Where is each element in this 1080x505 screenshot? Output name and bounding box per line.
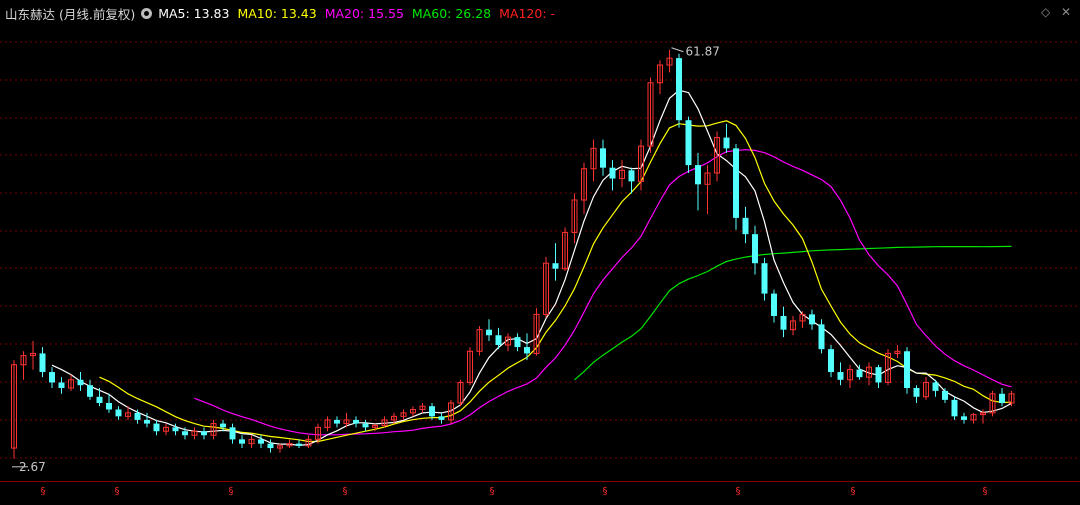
period-marker: §	[115, 486, 120, 497]
candle-body	[828, 349, 834, 373]
candle-body	[942, 390, 948, 400]
candle-body	[201, 431, 207, 436]
candle-body	[429, 406, 435, 417]
ma10-line	[99, 120, 1012, 443]
diamond-icon[interactable]: ◇	[1041, 5, 1050, 19]
high-label: 61.87	[686, 45, 720, 59]
period-marker: §	[603, 486, 608, 497]
candle-body	[495, 335, 502, 346]
candle-body	[761, 263, 768, 294]
period-marker: §	[343, 486, 348, 497]
candle-body	[353, 419, 359, 424]
candle-body	[362, 423, 369, 428]
candle-body	[77, 379, 84, 386]
candle-body	[524, 347, 530, 354]
candle-body	[134, 412, 141, 420]
candle-body	[87, 385, 93, 397]
candle-body	[856, 369, 863, 378]
candle-body	[296, 443, 302, 446]
period-marker: §	[490, 486, 495, 497]
candle-body	[932, 382, 939, 391]
candle-body	[837, 372, 844, 380]
period-marker: §	[851, 486, 856, 497]
candle-body	[961, 416, 967, 420]
candle-body	[115, 409, 122, 417]
legend-bar: 山东赫达 (月线.前复权) MA5: 13.83 MA10: 13.43 MA2…	[5, 4, 563, 22]
candle-body	[486, 329, 492, 336]
ma5-label: MA5: 13.83	[158, 5, 230, 21]
candle-body	[628, 170, 635, 182]
candle-body	[600, 148, 606, 168]
candle-body	[258, 439, 264, 444]
ma60-label: MA60: 26.28	[411, 5, 492, 21]
period-marker: §	[229, 486, 234, 497]
candle-body	[58, 382, 65, 389]
candle-body	[229, 427, 236, 440]
candle-body	[809, 314, 815, 325]
candle-body	[695, 165, 701, 185]
period-marker: §	[983, 486, 988, 497]
high-arrow	[671, 47, 684, 53]
candle-body	[771, 293, 777, 316]
candle-body	[875, 367, 882, 383]
candle-body	[334, 419, 340, 424]
candle-body	[780, 315, 787, 330]
candle-body	[904, 351, 910, 389]
candle-body	[267, 443, 274, 449]
ma60-line	[574, 245, 1012, 381]
candle-body	[742, 217, 749, 235]
candle-body	[514, 337, 521, 348]
candle-body	[182, 431, 188, 436]
ma20-label: MA20: 15.55	[324, 5, 404, 21]
candle-body	[438, 416, 445, 420]
candle-body	[723, 137, 730, 149]
ma10-label: MA10: 13.43	[237, 5, 317, 21]
kline-chart[interactable]: § § § § § § § § § 61.87 2.67	[0, 0, 1080, 501]
ma20-line	[194, 149, 1012, 436]
candle-body	[552, 263, 559, 269]
candle-body	[239, 439, 245, 444]
candle-body	[752, 234, 758, 264]
candle-body	[609, 167, 616, 179]
settings-gear-icon[interactable]	[141, 7, 153, 19]
candle-body	[913, 388, 920, 397]
candle-body	[951, 399, 958, 417]
candle-body	[685, 120, 692, 166]
stock-title: 山东赫达 (月线.前复权)	[5, 6, 136, 22]
chart-canvas[interactable]: § § § § § § § § § 61.87 2.67	[0, 0, 1080, 501]
candle-body	[999, 393, 1005, 403]
candle-body	[818, 324, 825, 350]
candle-body	[144, 419, 150, 424]
candle-body	[220, 423, 226, 428]
period-marker: §	[736, 486, 741, 497]
candle-body	[106, 402, 112, 410]
candle-body	[172, 427, 179, 432]
period-marker: §	[41, 486, 46, 497]
candle-body	[676, 58, 682, 121]
low-label: 2.67	[19, 460, 46, 474]
candle-body	[96, 396, 103, 403]
candle-body	[39, 353, 46, 373]
close-icon[interactable]: ✕	[1061, 5, 1071, 19]
ma120-label: MA120: -	[499, 5, 556, 21]
candle-body	[733, 148, 739, 218]
candle-body	[153, 423, 160, 432]
candle-body	[49, 372, 55, 383]
x-axis-line	[0, 481, 1080, 482]
